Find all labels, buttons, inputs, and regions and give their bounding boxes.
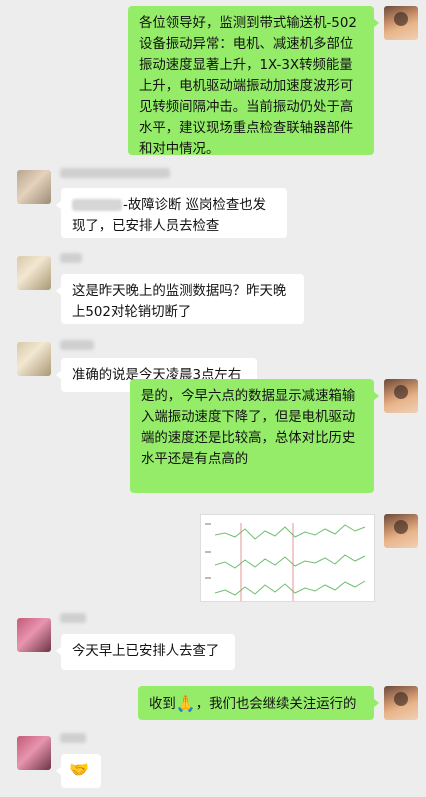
avatar-contact[interactable] bbox=[17, 618, 51, 652]
message-bubble-outgoing[interactable]: 收到🙏，我们也会继续关注运行的 bbox=[138, 686, 379, 720]
message-text: 各位领导好，监测到带式输送机-502设备振动异常：电机、减速机多部位振动速度显著… bbox=[139, 16, 357, 157]
message-bubble-incoming[interactable]: -故障诊断 巡岗检查也发现了，已安排人员去检查 bbox=[56, 188, 287, 238]
avatar-self[interactable] bbox=[384, 686, 418, 720]
prayer-hands-emoji-icon: 🙏 bbox=[175, 694, 196, 713]
message-text: 这是昨天晚上的监测数据吗？昨天晚上502对轮销切断了 bbox=[72, 284, 287, 320]
message-bubble-incoming[interactable]: 这是昨天晚上的监测数据吗？昨天晚上502对轮销切断了 bbox=[56, 274, 304, 324]
avatar-contact[interactable] bbox=[17, 256, 51, 290]
sender-name-blurred bbox=[60, 613, 86, 623]
message-text: 收到 bbox=[149, 697, 176, 712]
message-bubble-incoming[interactable]: 今天早上已安排人去查了 bbox=[56, 634, 235, 670]
image-message-chart-screenshot[interactable] bbox=[200, 514, 375, 602]
message-bubble-incoming[interactable]: 🤝 bbox=[56, 754, 101, 788]
avatar-self[interactable] bbox=[384, 514, 418, 548]
message-bubble-outgoing[interactable]: 各位领导好，监测到带式输送机-502设备振动异常：电机、减速机多部位振动速度显著… bbox=[128, 6, 379, 157]
avatar-contact[interactable] bbox=[17, 170, 51, 204]
avatar-self[interactable] bbox=[384, 6, 418, 40]
handshake-emoji-icon: 🤝 bbox=[69, 760, 89, 779]
message-text: 今天早上已安排人去查了 bbox=[72, 644, 220, 659]
message-text: 是的，今早六点的数据显示减速箱输入端振动速度下降了，但是电机驱动端的速度还是比较… bbox=[141, 389, 356, 467]
sender-name-blurred bbox=[60, 168, 170, 178]
chart-screenshot-icon bbox=[201, 515, 374, 601]
sender-name-blurred bbox=[60, 340, 94, 350]
avatar-contact[interactable] bbox=[17, 342, 51, 376]
message-text: ，我们也会继续关注运行的 bbox=[195, 697, 357, 712]
sender-name-blurred bbox=[60, 253, 82, 263]
avatar-self[interactable] bbox=[384, 379, 418, 413]
sender-name-blurred bbox=[60, 733, 86, 743]
blurred-text-fragment bbox=[72, 199, 122, 211]
avatar-contact[interactable] bbox=[17, 736, 51, 770]
message-bubble-outgoing[interactable]: 是的，今早六点的数据显示减速箱输入端振动速度下降了，但是电机驱动端的速度还是比较… bbox=[130, 379, 379, 493]
